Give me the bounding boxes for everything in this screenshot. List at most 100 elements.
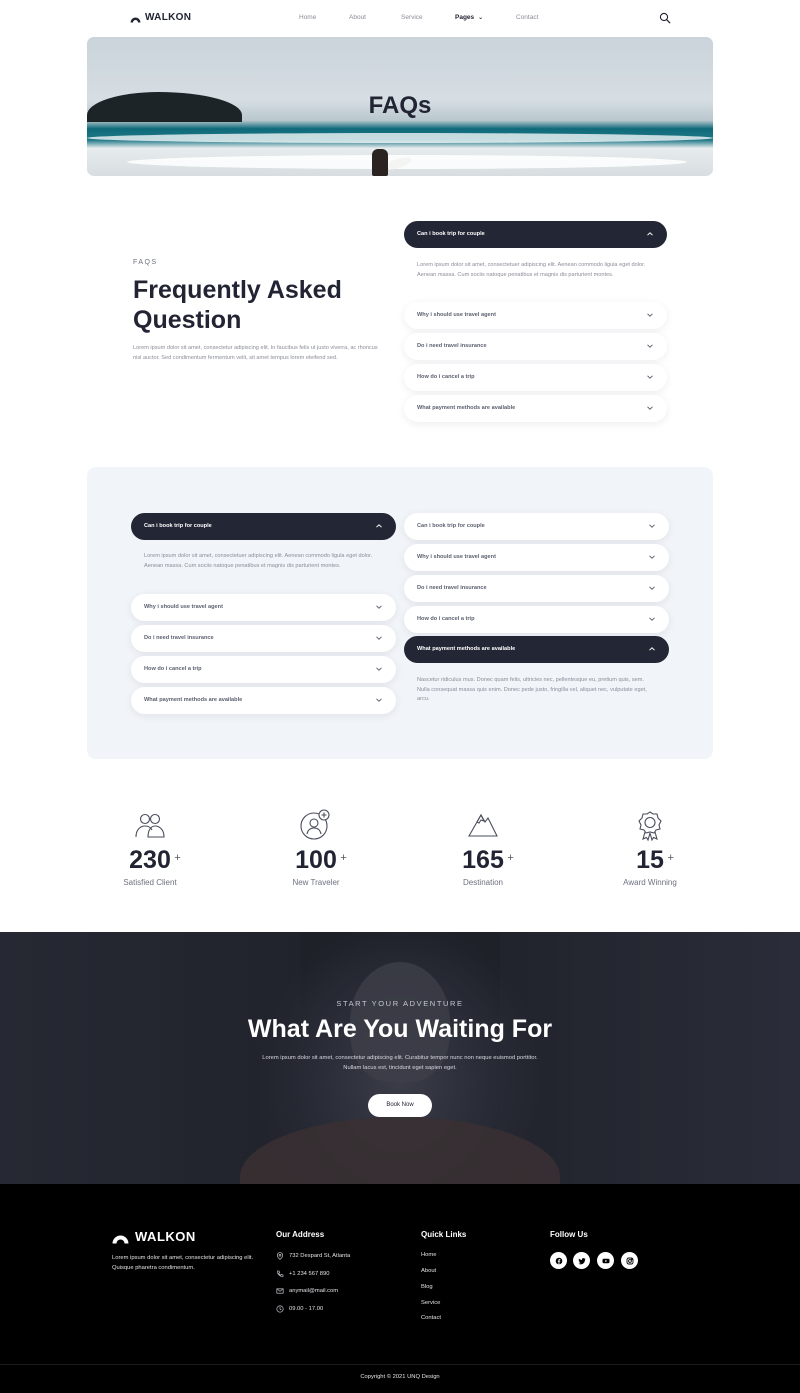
- book-now-button[interactable]: Book Now: [368, 1094, 432, 1117]
- faq-question: Why i should use travel agent: [144, 604, 223, 610]
- cta-title: What Are You Waiting For: [247, 1015, 553, 1043]
- faq-item[interactable]: How do i cancel a trip: [404, 606, 669, 633]
- faq-question: How do i cancel a trip: [417, 374, 475, 380]
- nav-links: Home About Service Pages ⌄ Contact: [0, 14, 800, 24]
- faq-item[interactable]: How do i cancel a trip: [404, 364, 667, 391]
- stat-satisfied-client: 230 + Satisfied Client: [80, 808, 220, 887]
- nav-contact[interactable]: Contact: [516, 14, 538, 21]
- footer-logo[interactable]: WALKON: [112, 1229, 196, 1244]
- location-icon: [276, 1252, 284, 1260]
- faq-question: Do i need travel insurance: [144, 635, 214, 641]
- stat-suffix: +: [174, 852, 181, 864]
- clients-icon: [135, 813, 165, 838]
- hero-title: FAQs: [368, 92, 432, 119]
- faq-item[interactable]: Why i should use travel agent: [404, 544, 669, 571]
- chevron-down-icon: [376, 636, 382, 640]
- footer-address-text: +1 234 567 890: [289, 1271, 330, 1277]
- footer-link-home[interactable]: Home: [421, 1252, 436, 1258]
- faq-item[interactable]: Do i need travel insurance: [404, 575, 669, 602]
- cta-shade: [500, 932, 800, 1184]
- footer-link-about[interactable]: About: [421, 1268, 436, 1274]
- faq-item[interactable]: Why i should use travel agent: [404, 302, 667, 329]
- award-icon: [638, 811, 662, 842]
- clock-icon: [276, 1305, 284, 1313]
- twitter-button[interactable]: [573, 1252, 590, 1269]
- faq-item[interactable]: Do i need travel insurance: [131, 625, 396, 652]
- footer-address-text: anymail@mail.com: [289, 1288, 339, 1294]
- chevron-up-icon: [647, 232, 653, 236]
- faq-item[interactable]: Can i book trip for couple: [404, 513, 669, 540]
- chevron-up-icon: [376, 524, 382, 528]
- hero-wave: [87, 133, 713, 143]
- footer-address-item: +1 234 567 890: [276, 1270, 329, 1278]
- nav-pages-label: Pages: [455, 14, 475, 21]
- instagram-icon: [626, 1257, 633, 1264]
- footer-address-text: 732 Despard St, Atlanta: [289, 1253, 351, 1259]
- stat-label: Destination: [462, 878, 504, 887]
- top-nav: WALKON Home About Service Pages ⌄ Contact: [0, 0, 800, 37]
- faq-question: What payment methods are available: [144, 697, 243, 703]
- facebook-button[interactable]: [550, 1252, 567, 1269]
- footer-address-item: 09.00 - 17.00: [276, 1305, 323, 1313]
- faq-question: What payment methods are available: [417, 405, 516, 411]
- stat-value: 100: [295, 846, 337, 874]
- footer-about: Lorem ipsum dolor sit amet, consectetur …: [112, 1255, 254, 1271]
- stat-value: 15: [636, 846, 664, 874]
- chevron-down-icon: [647, 313, 653, 317]
- footer-link-contact[interactable]: Contact: [421, 1315, 441, 1321]
- chevron-up-icon: [649, 647, 655, 651]
- search-icon[interactable]: [659, 12, 671, 24]
- nav-about[interactable]: About: [349, 14, 366, 21]
- faq-item[interactable]: Do i need travel insurance: [404, 333, 667, 360]
- footer-link-service[interactable]: Service: [421, 1300, 440, 1306]
- faq-question: How do i cancel a trip: [417, 616, 475, 622]
- phone-icon: [277, 1270, 284, 1277]
- faq-question: Do i need travel insurance: [417, 585, 487, 591]
- nav-service[interactable]: Service: [401, 14, 423, 21]
- faq-question: What payment methods are available: [417, 646, 516, 652]
- footer: WALKON Lorem ipsum dolor sit amet, conse…: [0, 1184, 800, 1393]
- faq-item[interactable]: Why i should use travel agent: [131, 594, 396, 621]
- faq-description: Lorem ipsum dolor sit amet, consectetur …: [133, 345, 378, 361]
- nav-pages[interactable]: Pages ⌄: [455, 14, 483, 21]
- stat-label: Award Winning: [623, 878, 677, 887]
- footer-address-heading: Our Address: [276, 1230, 325, 1239]
- faq-answer: Lorem ipsum dolor sit amet, consectetuer…: [144, 553, 373, 569]
- footer-links-heading: Quick Links: [421, 1230, 467, 1239]
- chevron-down-icon: [376, 698, 382, 702]
- footer-link-blog[interactable]: Blog: [421, 1284, 433, 1290]
- chevron-down-icon: [376, 605, 382, 609]
- stat-suffix: +: [340, 852, 347, 864]
- mountain-icon: [468, 813, 498, 837]
- chevron-down-icon: [376, 667, 382, 671]
- hero-banner: FAQs: [87, 37, 713, 176]
- chevron-down-icon: [649, 586, 655, 590]
- chevron-down-icon: [649, 555, 655, 559]
- faq-item[interactable]: How do i cancel a trip: [131, 656, 396, 683]
- faq-title: Frequently Asked Question: [133, 276, 342, 334]
- faq-question: Why i should use travel agent: [417, 312, 496, 318]
- stat-value: 165: [462, 846, 504, 874]
- traveler-icon: [300, 809, 330, 840]
- chevron-down-icon: [647, 344, 653, 348]
- nav-home[interactable]: Home: [299, 14, 316, 21]
- faq-item-open[interactable]: Can i book trip for couple: [131, 513, 396, 540]
- chevron-down-icon: [647, 406, 653, 410]
- mail-icon: [276, 1288, 284, 1294]
- youtube-icon: [602, 1258, 609, 1263]
- youtube-button[interactable]: [597, 1252, 614, 1269]
- logo-icon: [112, 1235, 129, 1244]
- stat-suffix: +: [507, 852, 514, 864]
- faq-item-open[interactable]: Can i book trip for couple: [404, 221, 667, 248]
- copyright: Copyright © 2021 UNQ Design: [360, 1374, 440, 1380]
- faq-item[interactable]: What payment methods are available: [404, 395, 667, 422]
- faq-answer: Lorem ipsum dolor sit amet, consectetuer…: [417, 262, 646, 278]
- instagram-button[interactable]: [621, 1252, 638, 1269]
- chevron-down-icon: ⌄: [478, 15, 484, 21]
- faq-question: Why i should use travel agent: [417, 554, 496, 560]
- stat-label: New Traveler: [292, 878, 340, 887]
- faq-question: Can i book trip for couple: [417, 523, 485, 529]
- stat-new-traveler: 100 + New Traveler: [246, 808, 386, 887]
- faq-item-open[interactable]: What payment methods are available: [404, 636, 669, 663]
- faq-item[interactable]: What payment methods are available: [131, 687, 396, 714]
